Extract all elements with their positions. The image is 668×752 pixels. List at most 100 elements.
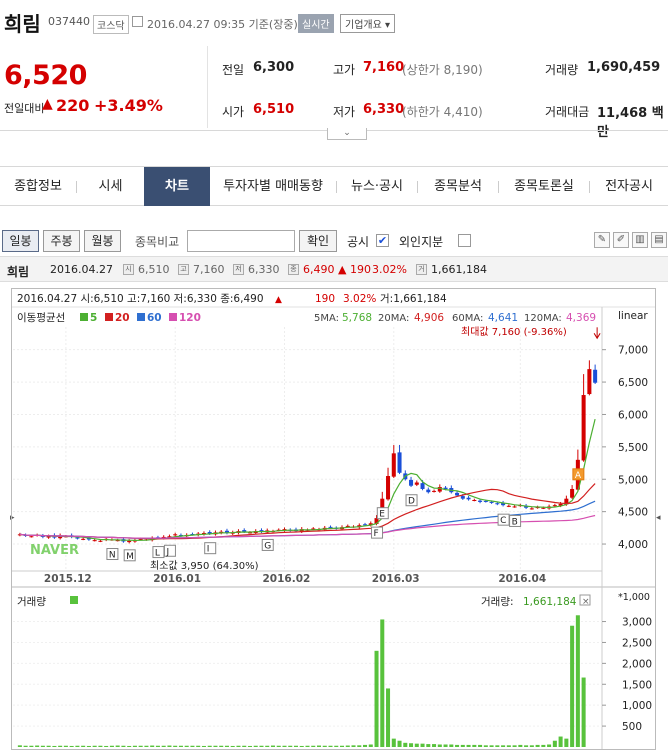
chart-toolbar: 일봉 주봉 월봉 종목비교 확인 공시 ✔ 외인지분 ✎ ✐ ▥ ▤ bbox=[0, 226, 668, 254]
volume-bar bbox=[127, 745, 132, 747]
upper-limit: (상한가 8,190) bbox=[402, 63, 483, 77]
compare-input[interactable] bbox=[187, 230, 295, 252]
volume-bar bbox=[253, 745, 258, 747]
ma-value-label: 5MA: bbox=[314, 313, 339, 324]
ma-legend-swatch-20 bbox=[105, 313, 113, 321]
volume-bar bbox=[167, 745, 172, 747]
max-value-label: 최대값 7,160 (-9.36%) bbox=[461, 326, 567, 338]
volume-bar bbox=[40, 745, 45, 747]
event-marker-label: D bbox=[408, 497, 415, 507]
volume-bar bbox=[558, 736, 563, 747]
indicator-icon[interactable]: ▥ bbox=[632, 232, 648, 248]
volume-bar bbox=[443, 744, 448, 747]
candle bbox=[81, 538, 86, 540]
monthly-button[interactable]: 월봉 bbox=[84, 230, 121, 252]
info-close: 6,490 bbox=[303, 263, 335, 276]
volume-bar bbox=[293, 745, 299, 747]
candle bbox=[570, 488, 575, 498]
tab-overview[interactable]: 종합정보 bbox=[0, 167, 76, 206]
ma-legend-swatch-60 bbox=[137, 313, 145, 321]
tab-quotes[interactable]: 시세 bbox=[77, 167, 144, 206]
event-marker-label: G bbox=[264, 541, 271, 551]
settings-icon[interactable]: ▤ bbox=[651, 232, 667, 248]
volume-bar bbox=[29, 745, 34, 747]
volume-bar bbox=[328, 745, 333, 747]
tab-analysis[interactable]: 종목분석 bbox=[418, 167, 498, 206]
ma-legend-label-5: 5 bbox=[90, 312, 97, 324]
chart-top-change: 190 bbox=[315, 293, 335, 305]
info-low: 6,330 bbox=[248, 263, 280, 276]
candle bbox=[173, 534, 178, 536]
volume-bar bbox=[432, 744, 437, 747]
volume-bar bbox=[75, 745, 80, 747]
info-date: 2016.04.27 bbox=[50, 263, 113, 276]
confirm-button[interactable]: 확인 bbox=[299, 230, 337, 252]
chart-top-line: 2016.04.27 시:6,510 고:7,160 저:6,330 종:6,4… bbox=[17, 293, 264, 305]
ma-value: 5,768 bbox=[342, 312, 372, 324]
disclosure-label: 공시 bbox=[347, 235, 370, 249]
ma-value: 4,641 bbox=[488, 312, 518, 324]
volume-bar bbox=[386, 688, 391, 747]
volume-bar bbox=[69, 745, 74, 747]
volume-bar bbox=[63, 745, 68, 747]
prev-day-label: 전일대비 bbox=[4, 102, 45, 115]
info-high: 7,160 bbox=[193, 263, 225, 276]
x-tick-label: 2015.12 bbox=[44, 573, 92, 585]
chart-svg[interactable]: 5 20 60 120 5MA: 5,768 20MA: 4,906 60MA: 4,641 120… bbox=[12, 289, 655, 749]
naver-watermark: NAVER bbox=[30, 543, 79, 558]
tab-chart[interactable]: 차트 bbox=[144, 167, 210, 206]
price-change: 220 bbox=[56, 96, 90, 115]
foreign-ownership-checkbox[interactable] bbox=[458, 234, 471, 247]
volume-bar bbox=[230, 745, 235, 747]
tab-e-disclosure[interactable]: 전자공시 bbox=[590, 167, 668, 206]
volume-bar bbox=[150, 745, 155, 747]
low-mini-icon: 저 bbox=[233, 264, 244, 275]
volume-bar bbox=[144, 745, 149, 747]
candle bbox=[489, 501, 494, 503]
volume-bar bbox=[409, 743, 414, 747]
scale-label[interactable]: linear bbox=[618, 310, 648, 322]
tab-discussion[interactable]: 종목토론실 bbox=[499, 167, 589, 206]
volume-unit-label: *1,000 bbox=[618, 592, 650, 603]
volume-bar bbox=[161, 745, 166, 747]
volume-legend-swatch bbox=[70, 596, 78, 604]
volume-bar bbox=[564, 738, 569, 747]
volume-bar bbox=[351, 745, 356, 747]
company-overview-button[interactable]: 기업개요 ▾ bbox=[340, 14, 395, 33]
disclosure-checkbox[interactable]: ✔ bbox=[376, 234, 389, 247]
stock-code: 037440 bbox=[48, 15, 90, 28]
volume-bar bbox=[529, 745, 534, 747]
vol-y-tick-label: 500 bbox=[622, 721, 642, 733]
pen-icon[interactable]: ✎ bbox=[594, 232, 610, 248]
volume-bar bbox=[282, 745, 287, 747]
volume-bar bbox=[483, 745, 488, 747]
amount-value: 11,468 백만 bbox=[597, 106, 664, 140]
edit-icon[interactable]: ✐ bbox=[613, 232, 629, 248]
y-tick-label: 7,000 bbox=[618, 345, 648, 357]
expand-chevron-icon[interactable]: ⌄ bbox=[327, 128, 367, 140]
volume-bar bbox=[535, 744, 540, 747]
volume-bar bbox=[380, 619, 385, 747]
tab-news[interactable]: 뉴스·공시 bbox=[337, 167, 417, 206]
candle bbox=[92, 540, 97, 542]
candle bbox=[541, 507, 546, 509]
weekly-button[interactable]: 주봉 bbox=[43, 230, 80, 252]
stock-chart[interactable]: 5 20 60 120 5MA: 5,768 20MA: 4,906 60MA: 4,641 120… bbox=[11, 288, 656, 750]
volume-bar bbox=[224, 745, 229, 747]
realtime-button[interactable]: 실시간 bbox=[298, 14, 334, 33]
daily-button[interactable]: 일봉 bbox=[2, 230, 39, 252]
volume-bar bbox=[121, 745, 126, 747]
info-change-pct: 3.02% bbox=[372, 263, 407, 276]
volume-label: 거래량 bbox=[545, 63, 579, 77]
volume-bar bbox=[552, 740, 557, 747]
volume-bar bbox=[138, 745, 143, 747]
ma-legend-label-120: 120 bbox=[179, 312, 201, 324]
volume-bar bbox=[201, 745, 206, 747]
volume-bar bbox=[276, 745, 281, 747]
scroll-right-icon[interactable]: ◂ bbox=[656, 513, 661, 523]
event-marker-label: L bbox=[155, 549, 160, 559]
tab-investor-trend[interactable]: 투자자별 매매동향 bbox=[210, 167, 336, 206]
candle bbox=[593, 369, 598, 383]
ma-value-label: 120MA: bbox=[524, 313, 562, 324]
volume-bar bbox=[414, 743, 419, 747]
